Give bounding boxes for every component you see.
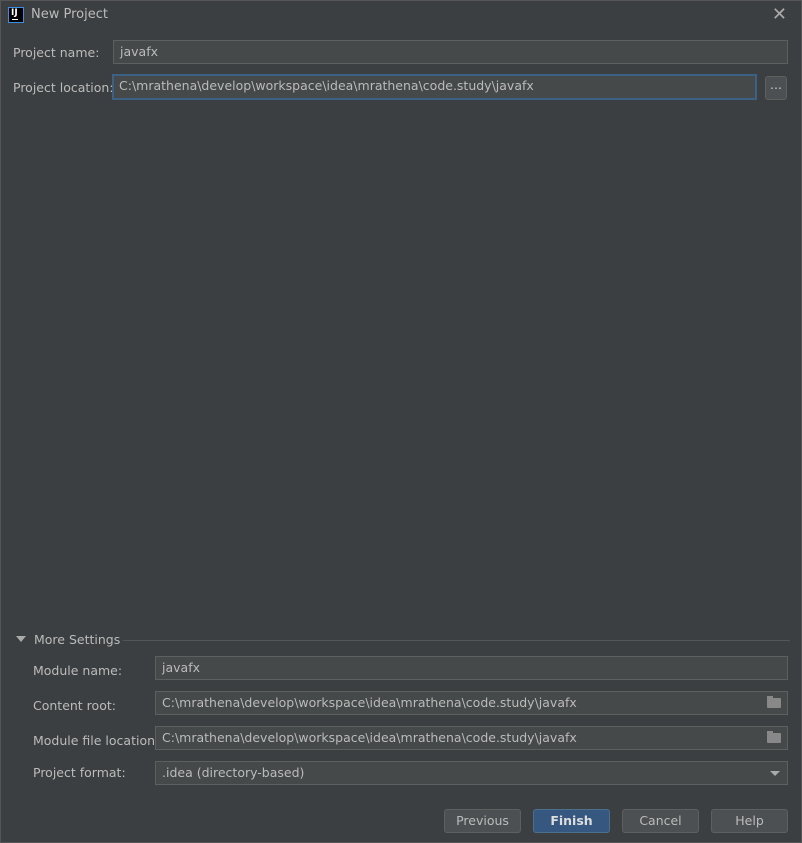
intellij-idea-icon: IJ <box>8 7 24 23</box>
module-file-location-input[interactable]: C:\mrathena\develop\workspace\idea\mrath… <box>155 726 788 750</box>
help-button[interactable]: Help <box>711 809 788 833</box>
module-file-location-label: Module file location: <box>33 733 160 748</box>
divider <box>123 640 790 641</box>
chevron-down-icon <box>770 771 780 776</box>
project-format-select[interactable]: .idea (directory-based) <box>155 761 788 785</box>
expand-triangle-icon[interactable] <box>16 636 26 642</box>
window-title: New Project <box>31 7 108 22</box>
more-settings-toggle[interactable]: More Settings <box>34 632 120 647</box>
close-icon[interactable]: ✕ <box>772 4 787 25</box>
finish-button[interactable]: Finish <box>533 809 610 833</box>
project-name-label: Project name: <box>13 45 100 60</box>
project-name-input[interactable]: javafx <box>113 40 788 64</box>
previous-button[interactable]: Previous <box>444 809 521 833</box>
project-location-label: Project location: <box>13 80 114 95</box>
folder-icon[interactable] <box>767 731 781 743</box>
project-location-input[interactable]: C:\mrathena\develop\workspace\idea\mrath… <box>112 74 757 100</box>
browse-button[interactable]: ... <box>765 76 787 100</box>
project-format-label: Project format: <box>33 765 126 780</box>
folder-icon[interactable] <box>767 696 781 708</box>
module-name-label: Module name: <box>33 663 123 678</box>
cancel-button[interactable]: Cancel <box>622 809 699 833</box>
content-root-value: C:\mrathena\develop\workspace\idea\mrath… <box>162 695 577 710</box>
project-format-value: .idea (directory-based) <box>162 765 305 780</box>
module-file-location-value: C:\mrathena\develop\workspace\idea\mrath… <box>162 730 577 745</box>
content-root-label: Content root: <box>33 698 116 713</box>
content-root-input[interactable]: C:\mrathena\develop\workspace\idea\mrath… <box>155 691 788 715</box>
module-name-input[interactable]: javafx <box>155 656 788 680</box>
